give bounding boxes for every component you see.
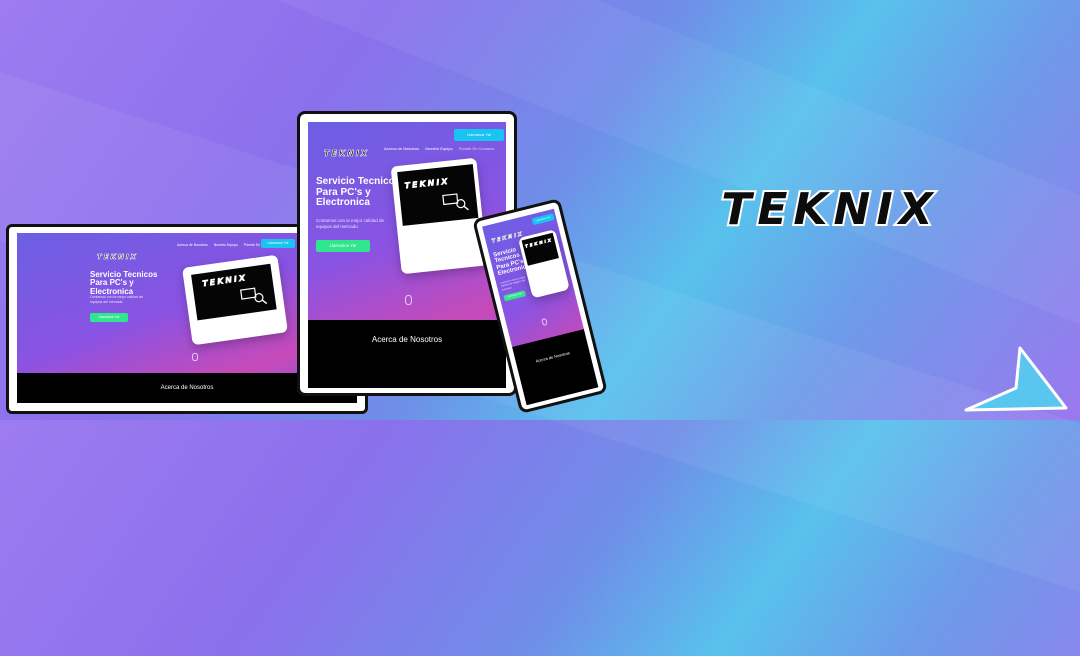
hero-subtitle: Contamos con la mejor calidad de equipos… <box>316 218 385 230</box>
hero-card: TEKNIX <box>182 254 288 346</box>
hero-title: Servicio Tecnicos Para PC's y Electronic… <box>90 270 158 296</box>
hero-card-image: TEKNIX <box>397 164 479 226</box>
footer-label[interactable]: Acerca de Nosotros <box>161 385 214 391</box>
tablet-nav: Acerca de Nosotros Nuestro Equipo Pónete… <box>384 146 495 151</box>
cta-button[interactable]: Llamanos Ya! <box>503 290 527 302</box>
cta-button[interactable]: Llamanos Ya! <box>90 313 128 322</box>
monitor-search-icon <box>442 193 469 211</box>
nav-link-team[interactable]: Nuestro Equipo <box>425 146 453 151</box>
tablet-screen: Llamanos Ya! Acerca de Nosotros Nuestro … <box>308 122 506 388</box>
page-footer: Acerca de Nosotros <box>308 320 506 388</box>
tablet-logo[interactable]: TEKNIX <box>324 149 369 159</box>
nav-link-about[interactable]: Acerca de Nosotros <box>177 243 208 247</box>
page-footer: Acerca de Nosotros <box>512 329 599 406</box>
mouse-scroll-icon <box>192 353 198 361</box>
nav-link-about[interactable]: Acerca de Nosotros <box>384 146 419 151</box>
footer-label[interactable]: Acerca de Nosotros <box>372 335 442 344</box>
card-logo: TEKNIX <box>404 176 450 191</box>
hero-subtitle: Contamos con la mejor calidad de equipos… <box>90 295 143 304</box>
arrow-cursor-icon <box>964 346 1068 412</box>
monitor-search-icon <box>240 287 268 305</box>
mouse-scroll-icon <box>541 317 548 326</box>
call-button[interactable]: Llamanos Ya! <box>531 213 555 226</box>
hero-card-image: TEKNIX <box>521 232 559 266</box>
teknix-hero-logo: TEKNIX <box>660 182 1000 237</box>
nav-link-contact[interactable]: Pónete En Contacto <box>459 146 495 151</box>
call-button[interactable]: Llamanos Ya! <box>454 129 504 141</box>
hero-logo-text: TEKNIX <box>721 184 938 234</box>
nav-link-team[interactable]: Nuestro Equipo <box>214 243 238 247</box>
hero-card: TEKNIX <box>517 229 570 299</box>
hero-card: TEKNIX <box>390 157 488 275</box>
hero-card-image: TEKNIX <box>191 263 277 321</box>
laptop-logo[interactable]: TEKNIX <box>97 253 138 262</box>
mouse-scroll-icon <box>405 295 412 305</box>
call-button[interactable]: Llamanos Ya! <box>261 239 295 248</box>
card-logo: TEKNIX <box>201 273 248 289</box>
card-logo: TEKNIX <box>524 237 554 249</box>
cta-button[interactable]: Llamanos Ya! <box>316 240 370 252</box>
footer-label[interactable]: Acerca de Nosotros <box>535 350 570 363</box>
